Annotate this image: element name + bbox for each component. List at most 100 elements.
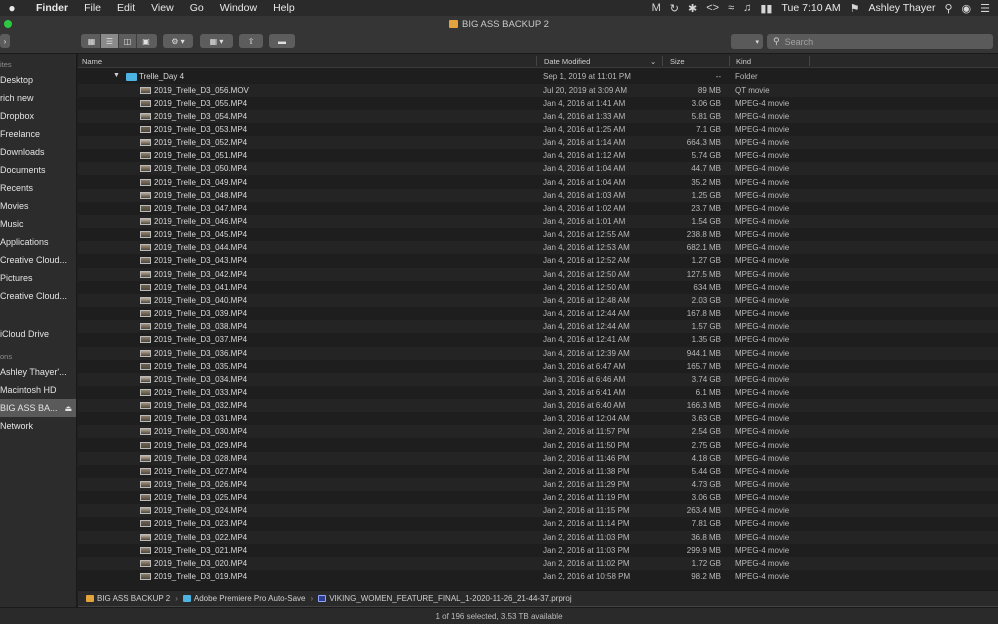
sidebar-item-freelance[interactable]: Freelance bbox=[0, 125, 76, 143]
table-row[interactable]: 2019_Trelle_D3_031.MP4 Jan 3, 2016 at 12:… bbox=[78, 412, 998, 425]
menu-window[interactable]: Window bbox=[212, 2, 265, 14]
table-row[interactable]: 2019_Trelle_D3_024.MP4 Jan 2, 2016 at 11:… bbox=[78, 504, 998, 518]
sidebar-item-rich-new[interactable]: rich new bbox=[0, 89, 76, 107]
table-row[interactable]: 2019_Trelle_D3_052.MP4 Jan 4, 2016 at 1:1… bbox=[78, 136, 998, 150]
sidebar-item-movies[interactable]: Movies bbox=[0, 197, 76, 215]
column-view-icon[interactable]: ◫ bbox=[119, 34, 137, 48]
icon-view-icon[interactable]: ▦ bbox=[83, 34, 101, 48]
table-row[interactable]: 2019_Trelle_D3_051.MP4 Jan 4, 2016 at 1:1… bbox=[78, 149, 998, 162]
siri-icon[interactable]: ◉ bbox=[962, 2, 972, 15]
column-divider[interactable] bbox=[662, 56, 663, 66]
sidebar-item-dropbox[interactable]: Dropbox bbox=[0, 107, 76, 125]
menu-edit[interactable]: Edit bbox=[109, 2, 143, 14]
column-header-date-modified[interactable]: Date Modified bbox=[544, 57, 590, 66]
search-input[interactable] bbox=[784, 36, 975, 47]
table-row[interactable]: 2019_Trelle_D3_036.MP4 Jan 4, 2016 at 12:… bbox=[78, 346, 998, 360]
table-row[interactable]: 2019_Trelle_D3_049.MP4 Jan 4, 2016 at 1:0… bbox=[78, 176, 998, 189]
sidebar-item-desktop[interactable]: Desktop bbox=[0, 71, 76, 89]
gallery-view-icon[interactable]: ▣ bbox=[137, 34, 155, 48]
column-divider[interactable] bbox=[536, 56, 537, 66]
menu-app-finder[interactable]: Finder bbox=[24, 2, 76, 14]
table-row[interactable]: 2019_Trelle_D3_022.MP4 Jan 2, 2016 at 11:… bbox=[78, 530, 998, 544]
table-row[interactable]: 2019_Trelle_D3_035.MP4 Jan 3, 2016 at 6:4… bbox=[78, 360, 998, 373]
menu-view[interactable]: View bbox=[143, 2, 182, 14]
table-row[interactable]: 2019_Trelle_D3_055.MP4 Jan 4, 2016 at 1:4… bbox=[78, 97, 998, 110]
action-button[interactable]: ⚙ ▾ bbox=[163, 34, 193, 48]
menu-clock[interactable]: Tue 7:10 AM bbox=[781, 2, 840, 14]
table-row[interactable]: 2019_Trelle_D3_043.MP4 Jan 4, 2016 at 12:… bbox=[78, 254, 998, 267]
column-header-kind[interactable]: Kind bbox=[736, 57, 751, 66]
search-scope-popup[interactable]: ▾ bbox=[731, 34, 763, 49]
disclosure-triangle-icon[interactable]: ▼ bbox=[113, 72, 120, 79]
table-row[interactable]: 2019_Trelle_D3_030.MP4 Jan 2, 2016 at 11:… bbox=[78, 425, 998, 439]
battery-icon[interactable]: ▮▮ bbox=[760, 2, 772, 15]
share-button[interactable]: ⇧ bbox=[239, 34, 263, 48]
table-row[interactable]: 2019_Trelle_D3_048.MP4 Jan 4, 2016 at 1:0… bbox=[78, 188, 998, 202]
table-row[interactable]: 2019_Trelle_D3_023.MP4 Jan 2, 2016 at 11:… bbox=[78, 517, 998, 530]
time-machine-icon[interactable]: ↻ bbox=[670, 2, 679, 15]
flag-icon[interactable]: ⚑ bbox=[850, 2, 860, 15]
volume-icon[interactable]: ♫ bbox=[743, 2, 751, 14]
table-row[interactable]: 2019_Trelle_D3_040.MP4 Jan 4, 2016 at 12:… bbox=[78, 293, 998, 307]
table-row[interactable]: 2019_Trelle_D3_042.MP4 Jan 4, 2016 at 12:… bbox=[78, 267, 998, 281]
path-crumb[interactable]: BIG ASS BACKUP 2 bbox=[86, 594, 170, 603]
table-row[interactable]: 2019_Trelle_D3_047.MP4 Jan 4, 2016 at 1:0… bbox=[78, 202, 998, 215]
back-button[interactable]: › bbox=[0, 34, 10, 48]
sidebar-item-applications[interactable]: Applications bbox=[0, 233, 76, 251]
bluetooth-icon[interactable]: ✱ bbox=[688, 2, 697, 15]
column-header-size[interactable]: Size bbox=[670, 57, 685, 66]
table-row[interactable]: 2019_Trelle_D3_034.MP4 Jan 3, 2016 at 6:4… bbox=[78, 372, 998, 386]
table-row[interactable]: 2019_Trelle_D3_044.MP4 Jan 4, 2016 at 12:… bbox=[78, 241, 998, 255]
table-row[interactable]: 2019_Trelle_D3_046.MP4 Jan 4, 2016 at 1:0… bbox=[78, 215, 998, 228]
sidebar-item-recents[interactable]: Recents bbox=[0, 179, 76, 197]
table-row[interactable]: 2019_Trelle_D3_039.MP4 Jan 4, 2016 at 12:… bbox=[78, 307, 998, 320]
script-editor-icon[interactable]: <> bbox=[706, 2, 719, 14]
sidebar-item-network[interactable]: Network bbox=[0, 417, 76, 435]
sidebar-item-pictures[interactable]: Pictures bbox=[0, 269, 76, 287]
menu-file[interactable]: File bbox=[76, 2, 109, 14]
table-row[interactable]: 2019_Trelle_D3_033.MP4 Jan 3, 2016 at 6:4… bbox=[78, 386, 998, 399]
sidebar-item-ashley-thayer[interactable]: Ashley Thayer'... bbox=[0, 363, 76, 381]
group-by-button[interactable]: ▦ ▾ bbox=[200, 34, 233, 48]
column-header-name[interactable]: Name bbox=[82, 57, 102, 66]
table-row[interactable]: 2019_Trelle_D3_029.MP4 Jan 2, 2016 at 11:… bbox=[78, 439, 998, 452]
path-crumb[interactable]: VIKING_WOMEN_FEATURE_FINAL_1-2020-11-26_… bbox=[318, 594, 572, 603]
malwarebytes-icon[interactable]: M bbox=[652, 2, 661, 14]
apple-menu-icon[interactable]: ● bbox=[0, 1, 24, 15]
table-row[interactable]: 2019_Trelle_D3_027.MP4 Jan 2, 2016 at 11:… bbox=[78, 465, 998, 478]
folder-row[interactable]: ▼ Trelle_Day 4 Sep 1, 2019 at 11:01 PM -… bbox=[78, 70, 998, 83]
menu-go[interactable]: Go bbox=[182, 2, 212, 14]
list-view-icon[interactable]: ☰ bbox=[101, 34, 119, 48]
column-divider[interactable] bbox=[729, 56, 730, 66]
table-row[interactable]: 2019_Trelle_D3_038.MP4 Jan 4, 2016 at 12:… bbox=[78, 320, 998, 334]
sidebar-item-icloud-drive[interactable]: iCloud Drive bbox=[0, 325, 76, 343]
table-row[interactable]: 2019_Trelle_D3_020.MP4 Jan 2, 2016 at 11:… bbox=[78, 556, 998, 570]
table-row[interactable]: 2019_Trelle_D3_026.MP4 Jan 2, 2016 at 11:… bbox=[78, 478, 998, 491]
sidebar-item-music[interactable]: Music bbox=[0, 215, 76, 233]
table-row[interactable]: 2019_Trelle_D3_019.MP4 Jan 2, 2016 at 10:… bbox=[78, 570, 998, 583]
table-row[interactable]: 2019_Trelle_D3_028.MP4 Jan 2, 2016 at 11:… bbox=[78, 451, 998, 465]
path-crumb[interactable]: Adobe Premiere Pro Auto-Save bbox=[182, 594, 306, 603]
table-row[interactable]: 2019_Trelle_D3_041.MP4 Jan 4, 2016 at 12:… bbox=[78, 281, 998, 294]
sidebar-item-macintosh-hd[interactable]: Macintosh HD bbox=[0, 381, 76, 399]
notification-center-icon[interactable]: ☰ bbox=[980, 2, 990, 15]
eject-icon[interactable]: ⏏ bbox=[64, 404, 76, 413]
spotlight-search-icon[interactable]: ⚲ bbox=[944, 2, 952, 15]
table-row[interactable]: 2019_Trelle_D3_021.MP4 Jan 2, 2016 at 11:… bbox=[78, 544, 998, 557]
wifi-icon[interactable]: ≈ bbox=[728, 2, 734, 14]
table-row[interactable]: 2019_Trelle_D3_032.MP4 Jan 3, 2016 at 6:4… bbox=[78, 399, 998, 413]
sidebar-item-documents[interactable]: Documents bbox=[0, 161, 76, 179]
table-row[interactable]: 2019_Trelle_D3_045.MP4 Jan 4, 2016 at 12:… bbox=[78, 228, 998, 241]
sidebar-item-creative-cloud-1[interactable]: Creative Cloud... bbox=[0, 251, 76, 269]
column-divider[interactable] bbox=[809, 56, 810, 66]
sidebar-item-big-ass-backup[interactable]: BIG ASS BA... ⏏ bbox=[0, 399, 76, 417]
table-row[interactable]: 2019_Trelle_D3_050.MP4 Jan 4, 2016 at 1:0… bbox=[78, 162, 998, 176]
search-field[interactable]: ⚲ bbox=[767, 34, 993, 49]
table-row[interactable]: 2019_Trelle_D3_053.MP4 Jan 4, 2016 at 1:2… bbox=[78, 123, 998, 136]
menu-help[interactable]: Help bbox=[265, 2, 303, 14]
table-row[interactable]: 2019_Trelle_D3_056.MOV Jul 20, 2019 at 3:… bbox=[78, 83, 998, 97]
table-row[interactable]: 2019_Trelle_D3_054.MP4 Jan 4, 2016 at 1:3… bbox=[78, 109, 998, 123]
menu-user[interactable]: Ashley Thayer bbox=[869, 2, 936, 14]
table-row[interactable]: 2019_Trelle_D3_037.MP4 Jan 4, 2016 at 12:… bbox=[78, 333, 998, 346]
table-row[interactable]: 2019_Trelle_D3_025.MP4 Jan 2, 2016 at 11:… bbox=[78, 491, 998, 504]
